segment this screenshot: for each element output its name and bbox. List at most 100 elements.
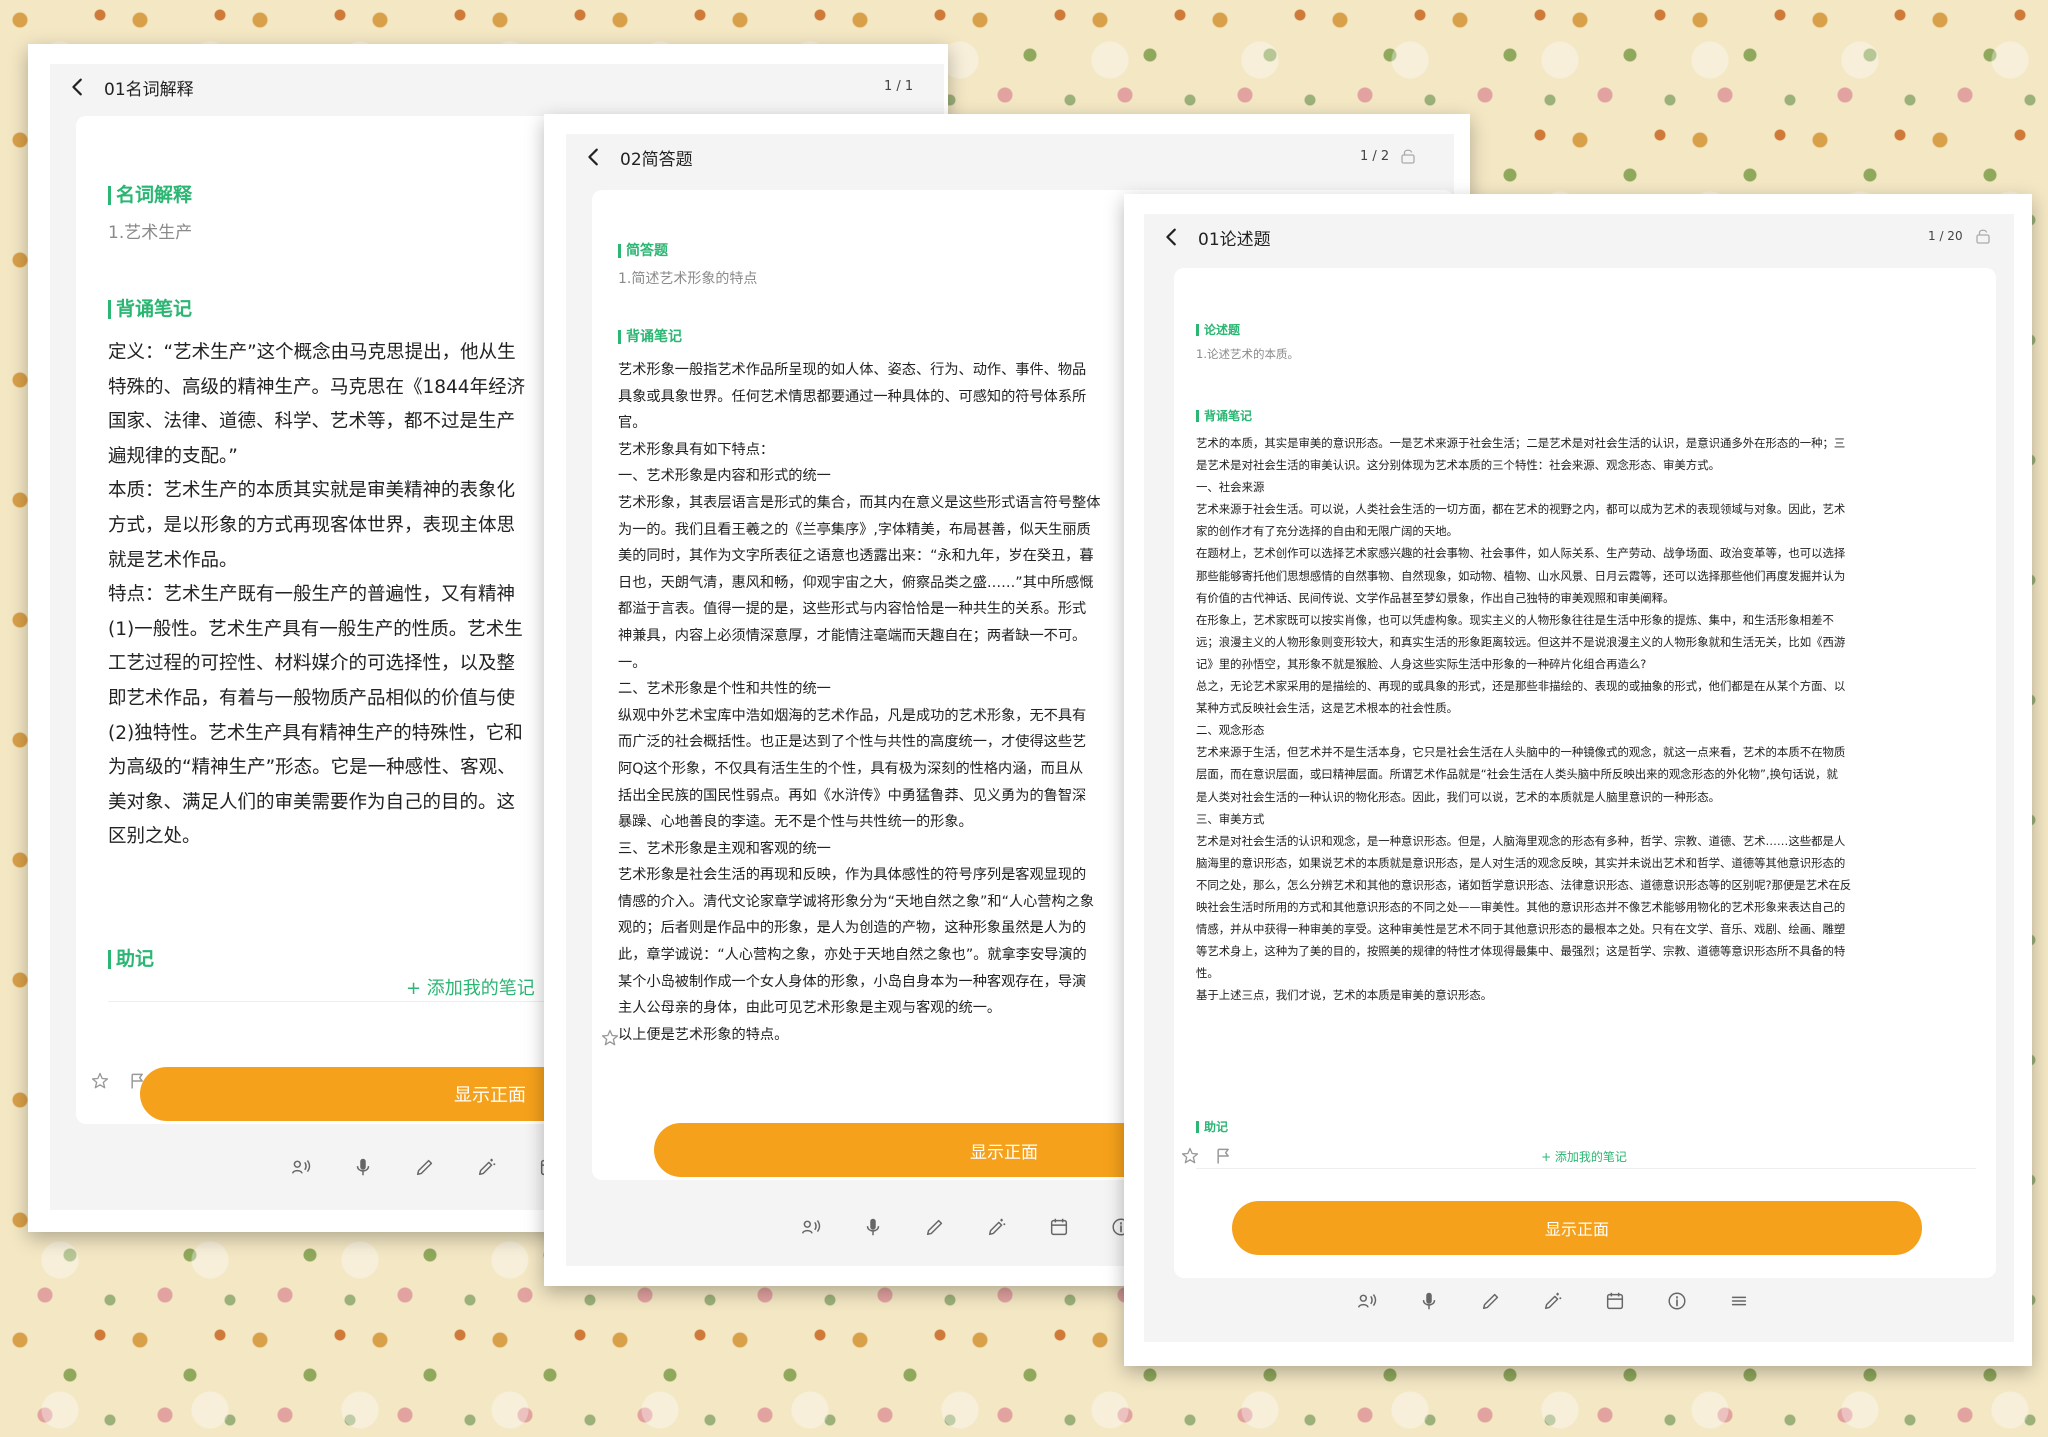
edit-button[interactable]: [1480, 1290, 1502, 1312]
notes-line: 艺术来源于社会生活。可以说，人类社会生活的一切方面，都在艺术的视野之内，都可以成…: [1196, 502, 1846, 517]
notes-line: 脑海里的意识形态，如果说艺术的本质就是意识形态，是人对生活的观念反映，其实并未说…: [1196, 855, 1846, 870]
notes-line: 是人类对社会生活的一种认识的物化形态。因此，我们可以说，艺术的本质就是人脑里意识…: [1196, 789, 1720, 804]
draw-button[interactable]: [476, 1156, 498, 1178]
back-button[interactable]: [574, 137, 614, 177]
calendar-icon: [1050, 1218, 1068, 1236]
notes-line: 三、审美方式: [1196, 811, 1265, 826]
section-title-mnemonic: 助记: [108, 950, 154, 969]
note-divider: [1196, 1168, 1976, 1169]
section-title-essay: 论述题: [1196, 324, 1240, 336]
info-button[interactable]: [1666, 1290, 1688, 1312]
notes-line: 记》里的孙悟空，其形象不就是猴脸、人身这些实际生活中形象的一种碎片化组合再造么?: [1196, 656, 1647, 671]
top-bar: 02简答题: [566, 134, 1454, 180]
notes-line: 艺术来源于生活，但艺术并不是生活本身，它只是社会生活在人头脑中的一种镜像式的观念…: [1196, 745, 1846, 760]
read-aloud-icon: [802, 1220, 821, 1234]
deck-title: 01论述题: [1198, 229, 1271, 250]
deck-title: 01名词解释: [104, 79, 194, 100]
notes-line: 在形象上，艺术家既可以按实肖像，也可以凭虚构象。现实主义的人物形象往往是生活中形…: [1196, 612, 1834, 627]
microphone-icon: [356, 1158, 370, 1176]
notes-line: 映社会生活时所用的方式和其他意识形态的不同之处——审美性。其他的意识形态并不像艺…: [1196, 899, 1846, 914]
add-my-note-button[interactable]: + 添加我的笔记: [1504, 1148, 1664, 1165]
section-title-notes: 背诵笔记: [108, 300, 192, 319]
question-text: 1.简述艺术形象的特点: [618, 271, 758, 287]
microphone-icon: [1422, 1292, 1436, 1310]
notes-line: 在题材上，艺术创作可以选择艺术家感兴趣的社会事物、社会事件，如人际关系、生产劳动…: [1196, 546, 1846, 561]
magic-pen-icon: [478, 1158, 496, 1176]
menu-icon: [1731, 1296, 1747, 1306]
read-aloud-button[interactable]: [800, 1216, 822, 1238]
notes-line: 远；浪漫主义的人物形象则变形较大，和真实生活的形象距离较远。但这并不是说浪漫主义…: [1196, 634, 1846, 649]
notes-line: 家的创作才有了充分选择的自由和无限广阔的天地。: [1196, 524, 1458, 539]
microphone-icon: [866, 1218, 880, 1236]
chevron-left-icon: [588, 148, 598, 166]
notes-line: 是艺术是对社会生活的审美认识。这分别体现为艺术本质的三个特性：社会来源、观念形态…: [1196, 458, 1720, 473]
bottom-toolbar: [800, 1216, 1132, 1238]
notes-line: 情感，并从中获得一种审美的享受。这种审美性是艺术不同于其他意识形态的最根本之处。…: [1196, 922, 1846, 937]
notes-line: 基于上述三点，我们才说，艺术的本质是审美的意识形态。: [1196, 988, 1493, 1003]
notes-line: 某种方式反映社会生活，这是艺术根本的社会性质。: [1196, 701, 1458, 716]
star-icon[interactable]: [90, 1071, 110, 1091]
read-aloud-button[interactable]: [1356, 1290, 1378, 1312]
info-icon: [1668, 1292, 1686, 1310]
calendar-button[interactable]: [1604, 1290, 1626, 1312]
notes-line: 层面，而在意识层面，或曰精神层面。所谓艺术作品就是“社会生活在人类头脑中所反映出…: [1196, 767, 1838, 782]
section-title-notes: 背诵笔记: [618, 330, 682, 344]
notes-line: 艺术的本质，其实是审美的意识形态。一是艺术来源于社会生活；二是艺术是对社会生活的…: [1196, 436, 1846, 450]
card-counter: 1 / 2: [1360, 149, 1390, 164]
back-button[interactable]: [58, 67, 98, 107]
record-button[interactable]: [862, 1216, 884, 1238]
notes-line: 性。: [1196, 966, 1219, 981]
card-counter: 1 / 20: [1928, 229, 1963, 243]
card-actions: [1180, 1146, 1234, 1166]
star-icon[interactable]: [1180, 1146, 1200, 1166]
chevron-left-icon: [72, 78, 82, 96]
record-button[interactable]: [1418, 1290, 1440, 1312]
section-title-short-answer: 简答题: [618, 244, 668, 258]
calendar-button[interactable]: [1048, 1216, 1070, 1238]
draw-button[interactable]: [986, 1216, 1008, 1238]
read-aloud-button[interactable]: [290, 1156, 312, 1178]
notes-line: 那些能够寄托他们思想感情的自然事物、自然现象，如动物、植物、山水风景、日月云霞等…: [1196, 568, 1846, 583]
back-button[interactable]: [1152, 217, 1192, 257]
pencil-icon: [1482, 1293, 1499, 1310]
notes-line: 有价值的古代神话、民间传说、文学作品甚至梦幻景象，作出自己独特的审美观照和审美阐…: [1196, 590, 1675, 605]
lock-icon[interactable]: [1976, 228, 1990, 244]
deck-title: 02简答题: [620, 149, 693, 170]
top-bar: 01名词解释: [50, 64, 944, 110]
notes-body: 艺术的本质，其实是审美的意识形态。一是艺术来源于社会生活；二是艺术是对社会生活的…: [1196, 432, 1988, 1006]
read-aloud-icon: [1358, 1294, 1377, 1308]
flag-icon[interactable]: [1214, 1146, 1234, 1166]
pencil-icon: [416, 1159, 433, 1176]
star-icon[interactable]: [600, 1028, 620, 1048]
flashcard: 论述题 1.论述艺术的本质。 背诵笔记 艺术的本质，其实是审美的意识形态。一是艺…: [1174, 268, 1996, 1278]
calendar-icon: [1606, 1292, 1624, 1310]
bottom-toolbar: [1356, 1290, 1750, 1312]
notes-line: 等艺术身上，这种为了美的目的，按照美的规律的特性才体现得最集中、最强烈；这是哲学…: [1196, 944, 1846, 959]
chevron-left-icon: [1166, 228, 1176, 246]
section-title-notes: 背诵笔记: [1196, 410, 1252, 422]
section-title-mnemonic: 助记: [1196, 1121, 1228, 1133]
app-screen-3: 01论述题 1 / 20 论述题 1.论述艺术的本质。 背诵笔记 艺术的本质，其…: [1144, 214, 2014, 1342]
notes-line: 不同之处，那么，怎么分辨艺术和其他的意识形态，诸如哲学意识形态、法律意识形态、道…: [1196, 877, 1852, 892]
question-text: 1.论述艺术的本质。: [1196, 347, 1299, 361]
card-actions: [90, 1071, 148, 1091]
draw-button[interactable]: [1542, 1290, 1564, 1312]
notes-line: 一、社会来源: [1196, 480, 1265, 495]
read-aloud-icon: [292, 1160, 311, 1174]
notes-line: 二、观念形态: [1196, 723, 1265, 738]
card-actions: [600, 1028, 620, 1048]
record-button[interactable]: [352, 1156, 374, 1178]
magic-pen-icon: [1544, 1292, 1562, 1310]
top-bar: 01论述题: [1144, 214, 2014, 260]
screenshot-frame-3: 01论述题 1 / 20 论述题 1.论述艺术的本质。 背诵笔记 艺术的本质，其…: [1124, 194, 2032, 1366]
bottom-toolbar: [290, 1156, 560, 1178]
show-front-button[interactable]: 显示正面: [1232, 1201, 1922, 1255]
question-text: 1.艺术生产: [108, 223, 193, 243]
edit-button[interactable]: [924, 1216, 946, 1238]
notes-line: 总之，无论艺术家采用的是描绘的、再现的或具象的形式，还是那些非描绘的、表现的或抽…: [1196, 679, 1846, 694]
menu-button[interactable]: [1728, 1290, 1750, 1312]
edit-button[interactable]: [414, 1156, 436, 1178]
lock-icon[interactable]: [1401, 148, 1415, 164]
section-title-term: 名词解释: [108, 186, 192, 205]
magic-pen-icon: [988, 1218, 1006, 1236]
